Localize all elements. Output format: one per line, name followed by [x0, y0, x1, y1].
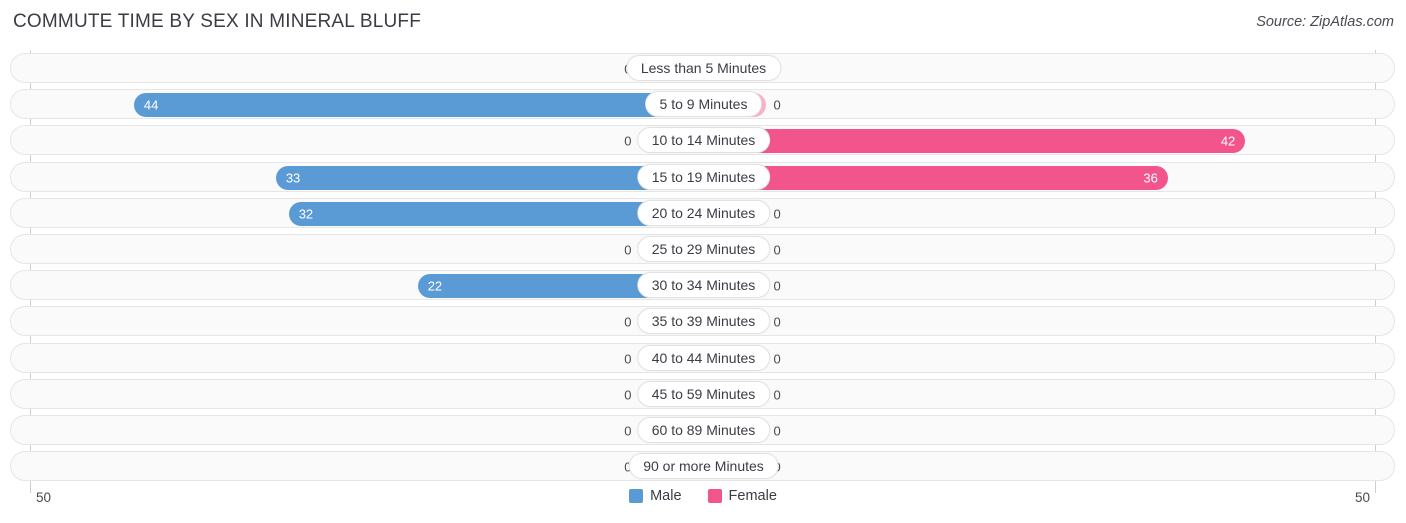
row-bars: 0 0 60 to 89 Minutes	[11, 416, 1394, 444]
row-bars: 0 0 35 to 39 Minutes	[11, 307, 1394, 335]
legend-label: Male	[650, 488, 682, 504]
bar-value-female: 0	[773, 351, 781, 367]
row-bars: 0 0 40 to 44 Minutes	[11, 344, 1394, 372]
table-row[interactable]: 0 42 10 to 14 Minutes	[10, 125, 1395, 156]
table-row[interactable]: 33 36 15 to 19 Minutes	[10, 161, 1395, 192]
bar-value-female: 0	[773, 423, 781, 439]
row-bars: 0 42 10 to 14 Minutes	[11, 126, 1394, 154]
table-row[interactable]: 00Less than 5 Minutes	[10, 53, 1395, 83]
category-label: 5 to 9 Minutes	[644, 91, 763, 118]
category-label: 35 to 39 Minutes	[636, 308, 771, 335]
category-label: 20 to 24 Minutes	[636, 199, 771, 226]
plot-area: 00Less than 5 Minutes4405 to 9 Minutes04…	[0, 50, 1406, 493]
bar-male[interactable]: 44	[133, 93, 702, 118]
bar-value-male: 33	[285, 170, 301, 186]
bar-value-male: 0	[624, 133, 632, 149]
bar-value-female: 42	[1220, 133, 1236, 149]
page-title: COMMUTE TIME BY SEX IN MINERAL BLUFF	[13, 11, 422, 32]
bar-value-male: 32	[298, 206, 314, 222]
category-label: 10 to 14 Minutes	[636, 127, 771, 154]
bar-value-female: 0	[773, 278, 781, 294]
table-row[interactable]: 44 0 5 to 9 Minutes	[10, 89, 1395, 120]
table-row[interactable]: 22 0 30 to 34 Minutes	[10, 270, 1395, 301]
bar-value-female: 0	[773, 387, 781, 403]
row-bars: 33 36 15 to 19 Minutes	[11, 163, 1394, 191]
row-bars: 0090 or more Minutes	[11, 452, 1394, 480]
category-label: 30 to 34 Minutes	[636, 272, 771, 299]
bar-value-male: 0	[624, 387, 632, 403]
category-label: 60 to 89 Minutes	[636, 417, 771, 443]
bar-value-male: 0	[624, 351, 632, 367]
bar-value-female: 36	[1143, 170, 1158, 186]
bar-value-female: 0	[773, 97, 781, 113]
legend-swatch-icon	[707, 489, 722, 503]
bar-value-female: 0	[773, 314, 781, 330]
category-label: 25 to 29 Minutes	[636, 236, 771, 262]
category-label: 40 to 44 Minutes	[636, 344, 771, 371]
category-label: Less than 5 Minutes	[625, 55, 782, 81]
bar-value-male: 0	[624, 242, 632, 258]
chart-legend: Male Female	[0, 488, 1406, 504]
row-bars: 00Less than 5 Minutes	[11, 54, 1394, 82]
table-row[interactable]: 0 0 60 to 89 Minutes	[10, 415, 1395, 445]
table-row[interactable]: 0090 or more Minutes	[10, 451, 1395, 482]
bar-female[interactable]: 42	[703, 129, 1246, 154]
bar-value-male: 22	[427, 278, 443, 294]
category-label: 45 to 59 Minutes	[636, 380, 771, 407]
bar-value-female: 0	[773, 206, 781, 222]
legend-item-male[interactable]: Male	[629, 488, 682, 504]
category-label: 15 to 19 Minutes	[636, 163, 771, 190]
row-bars: 32 0 20 to 24 Minutes	[11, 199, 1394, 227]
table-row[interactable]: 0 0 35 to 39 Minutes	[10, 306, 1395, 337]
legend-swatch-icon	[629, 489, 644, 503]
chart-root: COMMUTE TIME BY SEX IN MINERAL BLUFF Sou…	[0, 0, 1406, 523]
bar-value-male: 44	[143, 97, 159, 113]
table-row[interactable]: 32 0 20 to 24 Minutes	[10, 197, 1395, 228]
bar-female[interactable]: 36	[703, 165, 1168, 190]
bar-value-male: 0	[624, 423, 632, 439]
row-bars: 0 0 45 to 59 Minutes	[11, 380, 1394, 408]
category-label: 90 or more Minutes	[628, 453, 779, 480]
row-bars: 22 0 30 to 34 Minutes	[11, 271, 1394, 299]
row-bars: 0 0 25 to 29 Minutes	[11, 235, 1394, 263]
table-row[interactable]: 0 0 25 to 29 Minutes	[10, 234, 1395, 264]
bar-value-female: 0	[773, 242, 781, 258]
source-attribution: Source: ZipAtlas.com	[1256, 14, 1394, 30]
table-row[interactable]: 0 0 40 to 44 Minutes	[10, 342, 1395, 373]
legend-label: Female	[728, 488, 777, 504]
table-row[interactable]: 0 0 45 to 59 Minutes	[10, 378, 1395, 409]
bar-value-male: 0	[624, 314, 632, 330]
legend-item-female[interactable]: Female	[707, 488, 777, 504]
row-bars: 44 0 5 to 9 Minutes	[11, 90, 1394, 118]
